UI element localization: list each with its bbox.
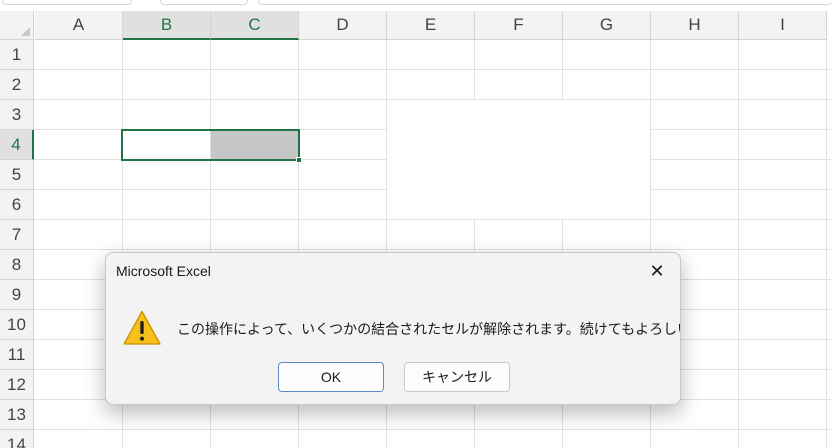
grid-line-vertical <box>826 40 827 448</box>
grid-line-horizontal <box>34 69 831 70</box>
merge-warning-dialog: Microsoft Excel ✕ この操作によって、いくつかの結合されたセルが… <box>105 252 681 405</box>
column-header-G[interactable]: G <box>563 11 651 40</box>
ok-button[interactable]: OK <box>278 362 384 392</box>
grid-line-horizontal <box>34 219 831 220</box>
close-icon[interactable]: ✕ <box>634 253 680 289</box>
row-header-7[interactable]: 7 <box>0 220 34 250</box>
cancel-button[interactable]: キャンセル <box>404 362 510 392</box>
column-header-A[interactable]: A <box>35 11 123 40</box>
row-header-11[interactable]: 11 <box>0 340 34 370</box>
column-header-D[interactable]: D <box>299 11 387 40</box>
row-header-6[interactable]: 6 <box>0 190 34 220</box>
column-header-B[interactable]: B <box>123 11 211 40</box>
column-header-E[interactable]: E <box>387 11 475 40</box>
column-header-C[interactable]: C <box>211 11 299 40</box>
row-header-3[interactable]: 3 <box>0 100 34 130</box>
formula-bar-edge <box>160 0 248 5</box>
grid-line-horizontal <box>34 249 831 250</box>
row-header-9[interactable]: 9 <box>0 280 34 310</box>
fill-handle[interactable] <box>296 157 302 163</box>
row-header-12[interactable]: 12 <box>0 370 34 400</box>
row-header-4[interactable]: 4 <box>0 130 34 160</box>
select-all-button[interactable] <box>0 11 34 40</box>
row-header-8[interactable]: 8 <box>0 250 34 280</box>
grid-line-horizontal <box>34 429 831 430</box>
formula-input-edge <box>258 0 831 5</box>
dialog-message: この操作によって、いくつかの結合されたセルが解除されます。続けてもよろしいですか… <box>177 321 680 337</box>
column-header-I[interactable]: I <box>739 11 827 40</box>
grid-line-vertical <box>738 40 739 448</box>
row-header-5[interactable]: 5 <box>0 160 34 190</box>
row-header-2[interactable]: 2 <box>0 70 34 100</box>
dialog-title: Microsoft Excel <box>116 263 211 279</box>
selected-range-B4-C4[interactable] <box>121 129 300 161</box>
name-box-edge <box>2 0 132 5</box>
row-header-14[interactable]: 14 <box>0 430 34 448</box>
row-header-1[interactable]: 1 <box>0 40 34 70</box>
row-header-10[interactable]: 10 <box>0 310 34 340</box>
row-header-13[interactable]: 13 <box>0 400 34 430</box>
column-header-H[interactable]: H <box>651 11 739 40</box>
blank-region <box>387 100 650 219</box>
ribbon-edge <box>0 0 831 11</box>
warning-icon <box>123 310 161 345</box>
column-header-F[interactable]: F <box>475 11 563 40</box>
